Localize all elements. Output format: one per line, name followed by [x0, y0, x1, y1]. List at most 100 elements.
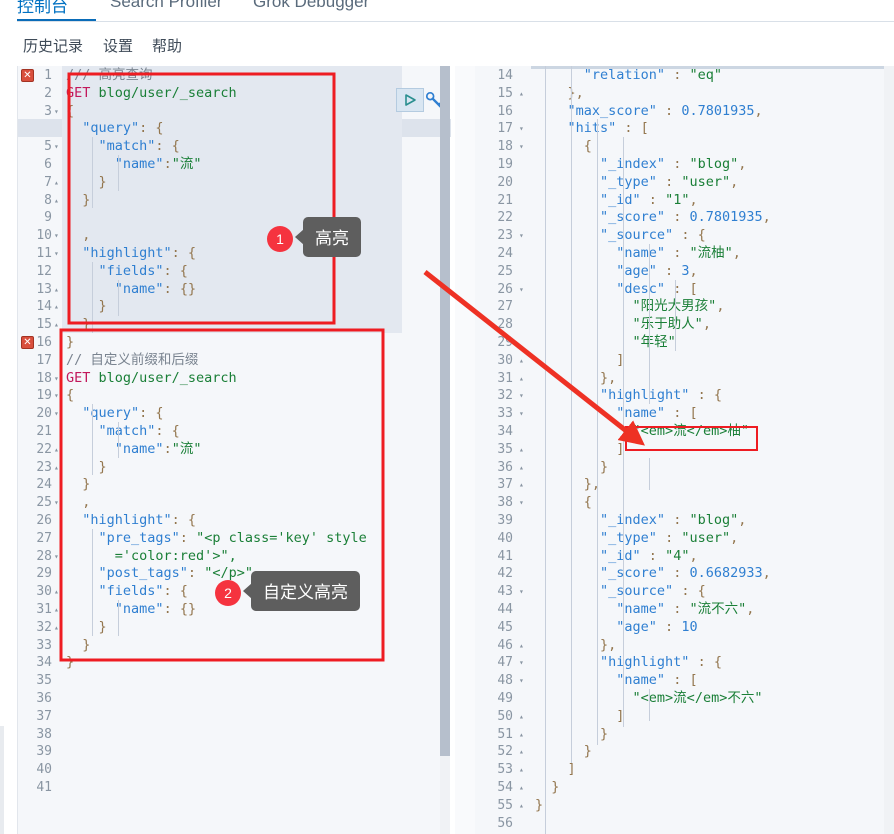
fold-toggle-icon[interactable]: ▴: [54, 174, 59, 192]
code-token: }: [66, 458, 107, 475]
console-submenu: 历史记录 设置 帮助: [0, 22, 894, 66]
fold-toggle-icon[interactable]: ▾: [54, 387, 59, 405]
fold-toggle-icon[interactable]: ▾: [519, 494, 524, 512]
fold-toggle-icon[interactable]: ▾: [519, 120, 524, 138]
callout-tooltip-1: 高亮: [295, 217, 361, 257]
code-line: "query": {: [66, 120, 163, 138]
fold-toggle-icon[interactable]: ▴: [54, 192, 59, 210]
fold-toggle-icon[interactable]: ▾: [54, 494, 59, 512]
line-number: 56: [497, 815, 513, 831]
fold-toggle-icon[interactable]: ▴: [519, 779, 524, 797]
code-token: "name": [114, 156, 164, 172]
request-gutter: 123▾4▾5▾67▴8▴910▾11▾1213▴14▴15▴161718▾19…: [18, 66, 62, 834]
code-token: :: [187, 565, 205, 582]
line-number: 14: [497, 68, 513, 83]
fold-toggle-icon[interactable]: ▴: [519, 459, 524, 477]
fold-toggle-icon[interactable]: ▾: [54, 548, 59, 566]
fold-toggle-icon[interactable]: ▴: [519, 726, 524, 744]
code-token: "max_score": [567, 102, 657, 119]
code-line: },: [535, 637, 616, 655]
submenu-item-1[interactable]: 设置: [103, 35, 133, 56]
code-token: "match": [98, 423, 156, 439]
code-token: }: [535, 796, 544, 813]
code-token: "_index": [600, 156, 666, 172]
fold-toggle-icon[interactable]: ▾: [519, 227, 524, 245]
response-gutter: 14 15 ▴ 16 17 ▾ 18 ▾ 19 20 21 22 23 ▾ 24 25 26 ▾ 27 28 29 30 ▴…: [475, 66, 531, 834]
line-number: 15: [497, 85, 513, 101]
line-number: 30: [36, 584, 52, 600]
fold-toggle-icon[interactable]: ▴: [519, 743, 524, 761]
code-token: "eq": [689, 67, 722, 83]
line-number: 32: [36, 619, 52, 635]
code-line: ]: [535, 761, 576, 779]
code-token: "_source": [600, 583, 674, 600]
fold-toggle-icon[interactable]: ▾: [519, 138, 524, 156]
run-request-button[interactable]: [396, 88, 424, 112]
fold-toggle-icon[interactable]: ▴: [519, 85, 524, 103]
fold-toggle-icon[interactable]: ▴: [519, 797, 524, 815]
fold-toggle-icon[interactable]: ▴: [54, 316, 59, 334]
fold-toggle-icon[interactable]: ▴: [519, 708, 524, 726]
request-scrollbar-thumb[interactable]: [440, 66, 450, 756]
line-number: 19: [497, 157, 513, 172]
fold-toggle-icon[interactable]: ▾: [54, 405, 59, 423]
fold-toggle-icon[interactable]: ▾: [54, 103, 59, 121]
code-token: ,: [738, 156, 747, 172]
code-token: "highlight": [600, 387, 690, 404]
code-line: "年轻": [535, 334, 676, 352]
fold-toggle-icon[interactable]: ▴: [54, 583, 59, 601]
fold-toggle-icon[interactable]: ▴: [519, 370, 524, 388]
code-token: "_source": [600, 227, 674, 244]
fold-toggle-icon[interactable]: ▾: [519, 672, 524, 690]
console-response-viewer[interactable]: 14 15 ▴ 16 17 ▾ 18 ▾ 19 20 21 22 23 ▾ 24 25 26 ▾ 27 28 29 30 ▴…: [475, 66, 894, 834]
fold-toggle-icon[interactable]: ▴: [54, 601, 59, 619]
line-number: 42: [497, 566, 513, 582]
fold-toggle-icon[interactable]: ▴: [54, 298, 59, 316]
console-request-editor[interactable]: 123▾4▾5▾67▴8▴910▾11▾1213▴14▴15▴161718▾19…: [17, 66, 451, 834]
line-number: 13: [36, 281, 52, 297]
fold-toggle-icon[interactable]: ▾: [519, 654, 524, 672]
line-number: 18: [36, 370, 52, 386]
response-scrollbar[interactable]: [884, 66, 894, 834]
tab-0[interactable]: 控制台: [17, 0, 68, 17]
fold-toggle-icon[interactable]: ▾: [519, 583, 524, 601]
fold-toggle-icon[interactable]: ▾: [54, 245, 59, 263]
indent-guide: [571, 66, 572, 763]
indent-guide: [92, 529, 93, 636]
fold-toggle-icon[interactable]: ▾: [54, 370, 59, 388]
code-line: "_index" : "blog",: [535, 156, 746, 174]
fold-toggle-icon[interactable]: ▴: [519, 352, 524, 370]
submenu-item-2[interactable]: 帮助: [152, 35, 182, 56]
fold-toggle-icon[interactable]: ▾: [54, 227, 59, 245]
submenu-item-0[interactable]: 历史记录: [23, 35, 83, 56]
error-marker-icon[interactable]: ✕: [21, 69, 34, 82]
error-marker-icon[interactable]: ✕: [21, 336, 34, 349]
fold-toggle-icon[interactable]: ▾: [519, 281, 524, 299]
code-token: ,: [689, 191, 698, 208]
fold-toggle-icon[interactable]: ▾: [54, 138, 59, 156]
fold-toggle-icon[interactable]: ▴: [519, 761, 524, 779]
fold-toggle-icon[interactable]: ▴: [519, 637, 524, 655]
code-token: }: [66, 476, 91, 493]
line-number: 37: [36, 708, 52, 724]
fold-toggle-icon[interactable]: ▴: [54, 441, 59, 459]
tab-2[interactable]: Grok Debugger: [253, 0, 369, 12]
fold-toggle-icon[interactable]: ▴: [54, 619, 59, 637]
fold-toggle-icon[interactable]: ▴: [519, 476, 524, 494]
fold-toggle-icon[interactable]: ▴: [54, 459, 59, 477]
code-token: ,: [738, 512, 747, 528]
line-number: 22: [36, 441, 52, 457]
code-token: ,: [762, 209, 771, 226]
fold-toggle-icon[interactable]: ▾: [519, 405, 524, 423]
code-token: :: [656, 173, 682, 190]
tab-1[interactable]: Search Profiler: [110, 0, 222, 12]
fold-toggle-icon[interactable]: ▾: [519, 387, 524, 405]
fold-toggle-icon[interactable]: ▴: [519, 441, 524, 459]
fold-toggle-icon[interactable]: ▴: [54, 281, 59, 299]
code-line: "fields": {: [66, 583, 188, 601]
pane-splitter[interactable]: [455, 66, 475, 834]
